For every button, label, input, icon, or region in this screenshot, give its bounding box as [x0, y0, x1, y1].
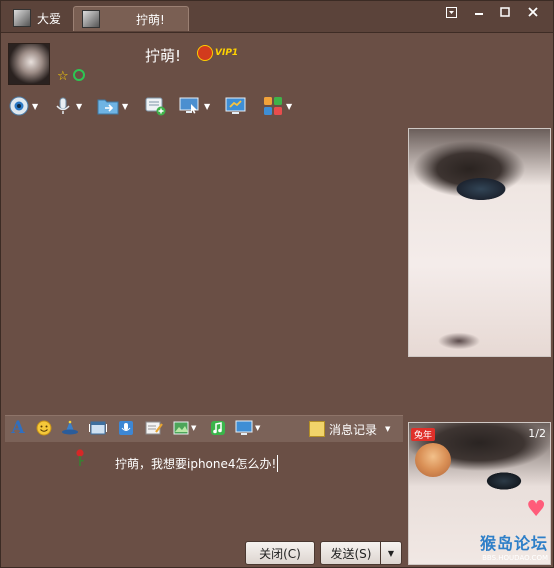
folder-icon	[97, 99, 119, 115]
chevron-down-icon: ▼	[76, 101, 83, 111]
maximize-icon[interactable]	[491, 3, 519, 21]
share-screen-small-button[interactable]: ▼	[235, 419, 265, 437]
rich-message-icon[interactable]	[145, 419, 163, 437]
camera-icon	[9, 96, 29, 116]
send-options-button[interactable]: ▼	[380, 541, 402, 565]
apps-button[interactable]: ▼	[263, 95, 292, 117]
chevron-down-icon: ▼	[385, 425, 391, 433]
watermark: 猴岛论坛 BBS.HOUDAO.COM	[480, 530, 548, 562]
video-page-indicator: 1/2	[528, 427, 546, 440]
remote-assistance-button[interactable]: ▼	[179, 95, 210, 117]
screenshot-button[interactable]: ▼	[173, 419, 203, 437]
music-icon[interactable]	[209, 419, 227, 437]
screenshot-icon	[173, 421, 189, 435]
vip-badge[interactable]: VIP1	[197, 45, 238, 61]
apps-grid-icon	[264, 97, 282, 115]
message-history-area[interactable]	[5, 127, 403, 413]
monitor-icon	[225, 97, 246, 114]
cupid-icon	[415, 443, 451, 477]
qq-penguin-icon	[197, 45, 213, 61]
close-button[interactable]: 关闭(C)	[245, 541, 315, 565]
input-toolbar: A ▼ ▼ 消息记录 ▼	[5, 415, 403, 442]
chevron-down-icon: ▼	[122, 101, 129, 111]
emoticon-icon[interactable]	[35, 419, 53, 437]
remote-desktop-icon	[179, 97, 199, 114]
microphone-icon	[56, 97, 70, 114]
video-call-button[interactable]: ▼	[9, 95, 38, 117]
chevron-down-icon: ▼	[387, 548, 395, 558]
chevron-down-icon: ▼	[32, 101, 39, 111]
year-badge: 兔年	[411, 428, 436, 441]
watermark-main: 猴岛论坛	[479, 534, 548, 553]
message-history-button[interactable]: 消息记录 ▼	[309, 419, 390, 439]
share-screen-button[interactable]	[225, 95, 247, 117]
transfer-file-button[interactable]: ▼	[97, 95, 128, 117]
history-icon	[309, 421, 325, 437]
close-icon[interactable]	[519, 3, 547, 21]
shake-window-icon[interactable]	[89, 419, 107, 437]
star-icon[interactable]: ☆	[57, 69, 69, 84]
tab-label: 拧萌!	[136, 12, 165, 27]
tab-ningmeng[interactable]: 拧萌!	[73, 6, 189, 31]
contact-nickname: 拧萌!	[145, 47, 182, 65]
mobile-online-icon[interactable]	[73, 69, 85, 81]
remote-video-feed	[408, 128, 551, 357]
watermark-sub: BBS.HOUDAO.COM	[482, 554, 548, 562]
message-history-label: 消息记录	[329, 422, 378, 437]
chevron-down-icon: ▼	[255, 424, 261, 432]
contact-avatar[interactable]	[8, 43, 50, 85]
local-video-feed: 兔年 1/2 ♥ 猴岛论坛 BBS.HOUDAO.COM	[408, 422, 551, 565]
heart-icon: ♥	[526, 497, 546, 522]
send-button[interactable]: 发送(S)	[320, 541, 382, 565]
dropdown-menu-icon[interactable]	[437, 3, 465, 21]
message-input[interactable]: 拧萌，我想要iphone4怎么办!	[5, 443, 403, 537]
tab-dai[interactable]: 大爱	[5, 6, 81, 30]
magic-emoticon-icon[interactable]	[61, 419, 79, 437]
minimize-icon[interactable]	[465, 3, 493, 21]
vip-label: VIP1	[215, 48, 239, 58]
font-icon[interactable]: A	[9, 418, 27, 438]
create-discussion-button[interactable]	[145, 95, 167, 117]
rose-icon	[76, 449, 84, 466]
monitor-icon	[235, 420, 253, 435]
chevron-down-icon: ▼	[286, 101, 293, 111]
chevron-down-icon: ▼	[191, 424, 197, 432]
chat-window: 大爱 拧萌! 拧萌! VIP1 ☆ ▼ ▼ ▼ ▼ ▼ A ▼ ▼ 消息记录 ▼…	[0, 0, 554, 568]
voice-message-icon[interactable]	[117, 419, 135, 437]
voice-call-button[interactable]: ▼	[53, 95, 82, 117]
discussion-icon	[145, 97, 166, 116]
tab-bar: 大爱 拧萌!	[1, 1, 553, 33]
tab-avatar-icon	[13, 9, 31, 27]
tab-avatar-icon	[82, 10, 100, 28]
message-input-text: 拧萌，我想要iphone4怎么办!	[115, 455, 279, 472]
tab-label: 大爱	[37, 11, 62, 26]
chevron-down-icon: ▼	[204, 101, 211, 111]
